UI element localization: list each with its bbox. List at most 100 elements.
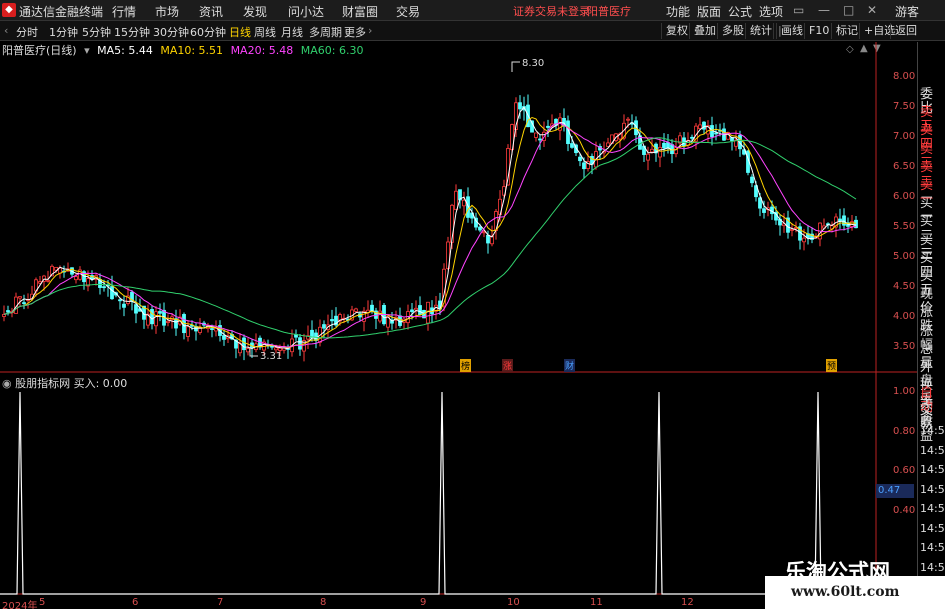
trade-time-label: 14:56 [920, 463, 945, 476]
watermark-banner: www.60lt.com [765, 576, 945, 609]
candle-body [410, 309, 414, 313]
candle-body [74, 276, 78, 281]
candle-body [698, 124, 702, 130]
date-tick-label: 9 [420, 597, 427, 608]
candle-body [626, 118, 630, 121]
candle-body [650, 148, 654, 153]
price-tick-label: 3.50 [893, 341, 916, 352]
indicator-dropdown-icon[interactable]: ◉ [2, 377, 12, 390]
candle-body [134, 304, 138, 314]
indicator-tick-label: 0.40 [893, 505, 916, 516]
candle-body [166, 320, 170, 323]
candle-body [46, 279, 50, 282]
price-tick-label: 5.50 [893, 221, 916, 232]
candle-body [518, 102, 522, 110]
price-tick-label: 8.00 [893, 71, 916, 82]
trade-time-label: 14:56 [920, 482, 945, 496]
ma10-line [3, 116, 857, 349]
candle-body [154, 311, 158, 327]
candle-body [662, 142, 666, 149]
kline-chart[interactable] [0, 0, 945, 609]
price-tick-label: 6.00 [893, 191, 916, 202]
candle-body [330, 319, 334, 322]
candle-body [546, 125, 550, 128]
candle-body [102, 286, 106, 289]
indicator-title: 股朋指标网 [15, 377, 71, 390]
candle-body [534, 132, 538, 138]
candle-body [418, 305, 422, 316]
candle-body [18, 296, 22, 299]
price-tick-label: 7.00 [893, 131, 916, 142]
candle-body [606, 142, 610, 147]
candle-body [150, 309, 154, 325]
indicator-info-line: ◉ 股朋指标网 买入: 0.00 [0, 375, 127, 391]
candle-body [478, 226, 482, 231]
candle-body [690, 136, 694, 139]
candle-body [802, 237, 806, 243]
candle-body [354, 308, 358, 312]
candle-body [2, 313, 6, 317]
candle-body [210, 328, 214, 330]
candle-body [242, 337, 246, 351]
buy-signal-line [0, 391, 876, 595]
candle-body [454, 190, 458, 211]
candle-body [482, 231, 486, 234]
candle-body [842, 215, 846, 226]
low-price-label: 3.31 [260, 351, 283, 362]
date-tick-label: 5 [39, 597, 46, 608]
candle-body [714, 132, 718, 135]
trade-time-label: 14:56 [920, 443, 945, 457]
candle-body [110, 286, 114, 300]
candle-body [274, 347, 278, 351]
price-tick-label: 5.00 [893, 251, 916, 262]
finance-tag[interactable]: 财 [564, 359, 576, 372]
candle-body [750, 176, 754, 184]
candle-body [538, 138, 542, 141]
candle-body [222, 335, 226, 340]
trade-time-label: 14:56 [920, 502, 945, 515]
date-tick-label: 10 [507, 597, 520, 608]
candle-body [486, 234, 490, 244]
trade-time-label: 14:56 [920, 424, 945, 437]
quote-side-panel: 委比 卖五 卖四 卖三 卖二 卖一 买一 买二 买三 买四 买五 现价 涨跌 涨幅 总量 外盘 换手 净资 收益 自动… [917, 42, 945, 609]
date-tick-label: 7 [217, 597, 224, 608]
date-tick-label: 8 [320, 597, 327, 608]
candle-body [186, 326, 190, 337]
price-tick-label: 7.50 [893, 101, 916, 112]
candle-body [322, 324, 326, 329]
date-tick-label: 2024年 [2, 601, 38, 609]
high-marker-line [511, 61, 520, 72]
rank-tag[interactable]: 榜 [460, 359, 472, 372]
candle-body [582, 162, 586, 170]
ma5-line [3, 106, 857, 350]
indicator-tick-label: 0.60 [893, 465, 916, 476]
candle-body [462, 199, 466, 207]
candle-body [158, 311, 162, 314]
price-tick-label: 6.50 [893, 161, 916, 172]
forecast-tag[interactable]: 预 [826, 359, 838, 372]
high-price-label: 8.30 [522, 58, 545, 69]
date-tick-label: 11 [590, 597, 603, 608]
indicator-tick-label: 0.80 [893, 426, 916, 437]
candle-body [658, 146, 662, 158]
candle-body [646, 153, 650, 161]
buy-value: 买入: 0.00 [73, 377, 128, 390]
candle-body [298, 337, 302, 350]
candle-body [246, 348, 250, 353]
candle-body [22, 302, 26, 304]
candle-body [414, 307, 418, 311]
price-tick-label: 4.50 [893, 281, 916, 292]
date-tick-label: 12 [681, 597, 694, 608]
candle-body [370, 304, 374, 312]
limit-up-tag[interactable]: 涨 [502, 359, 514, 372]
price-tick-label: 4.00 [893, 311, 916, 322]
trade-time-label: 14:56 [920, 560, 945, 574]
candle-body [122, 303, 126, 308]
trade-time-label: 14:56 [920, 541, 945, 554]
candle-body [578, 156, 582, 162]
indicator-current-value: 0.47 [876, 484, 914, 498]
candle-body [762, 208, 766, 213]
indicator-tick-label: 1.00 [893, 386, 916, 397]
candle-body [570, 143, 574, 148]
trade-time-label: 14:56 [920, 521, 945, 535]
